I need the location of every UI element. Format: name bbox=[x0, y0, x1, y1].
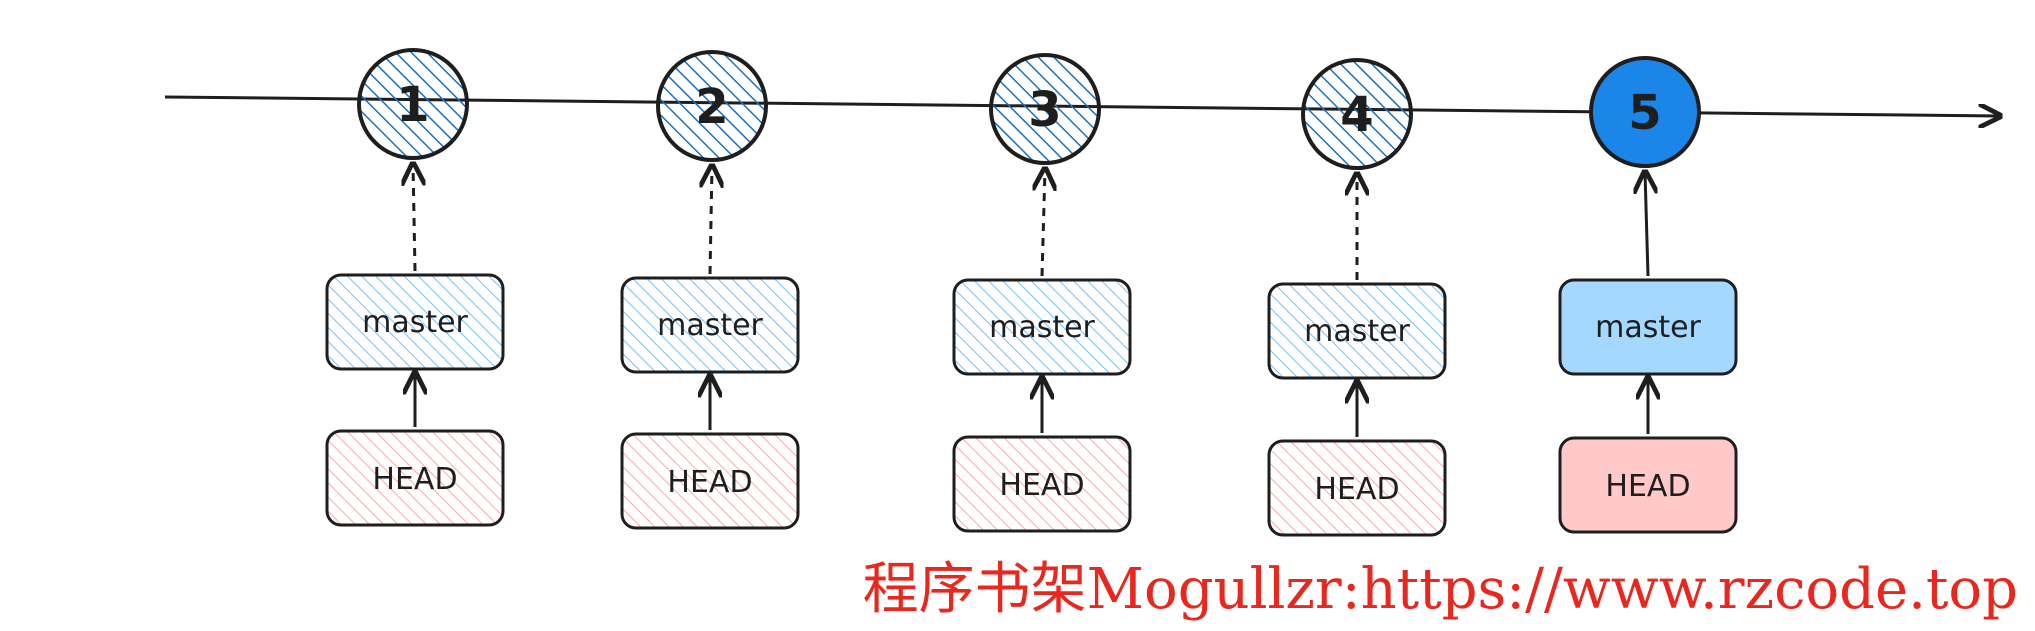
commit-label: 5 bbox=[1628, 85, 1661, 141]
branch-to-commit-arrow bbox=[710, 166, 712, 275]
commit-label: 2 bbox=[695, 79, 728, 135]
commit-group-1: HEAD master 1 bbox=[325, 48, 505, 527]
watermark-text: 程序书架Mogullzr:https://www.rzcode.top bbox=[863, 557, 2018, 622]
commit-label: 4 bbox=[1340, 87, 1373, 143]
branch-label: master bbox=[989, 310, 1095, 345]
commit-label: 1 bbox=[396, 77, 429, 133]
branch-label: master bbox=[362, 305, 468, 340]
git-history-diagram: HEAD master 1 HEAD master 2 HEAD master 3 HEAD mas… bbox=[164, 48, 2018, 622]
head-label: HEAD bbox=[1605, 469, 1690, 504]
commit-group-3: HEAD master 3 bbox=[952, 53, 1132, 533]
branch-to-commit-arrow bbox=[413, 164, 415, 272]
head-label: HEAD bbox=[999, 468, 1084, 503]
commit-group-4: HEAD master 4 bbox=[1267, 58, 1447, 537]
commit-label: 3 bbox=[1028, 82, 1061, 138]
head-label: HEAD bbox=[372, 462, 457, 497]
head-label: HEAD bbox=[1314, 472, 1399, 507]
branch-label: master bbox=[1595, 310, 1701, 345]
branch-label: master bbox=[1304, 314, 1410, 349]
commit-group-5: HEAD master 5 bbox=[1558, 56, 1738, 534]
branch-to-commit-arrow bbox=[1645, 172, 1648, 277]
head-label: HEAD bbox=[667, 465, 752, 500]
branch-label: master bbox=[657, 308, 763, 343]
commit-group-2: HEAD master 2 bbox=[620, 50, 800, 530]
branch-to-commit-arrow bbox=[1042, 169, 1045, 277]
